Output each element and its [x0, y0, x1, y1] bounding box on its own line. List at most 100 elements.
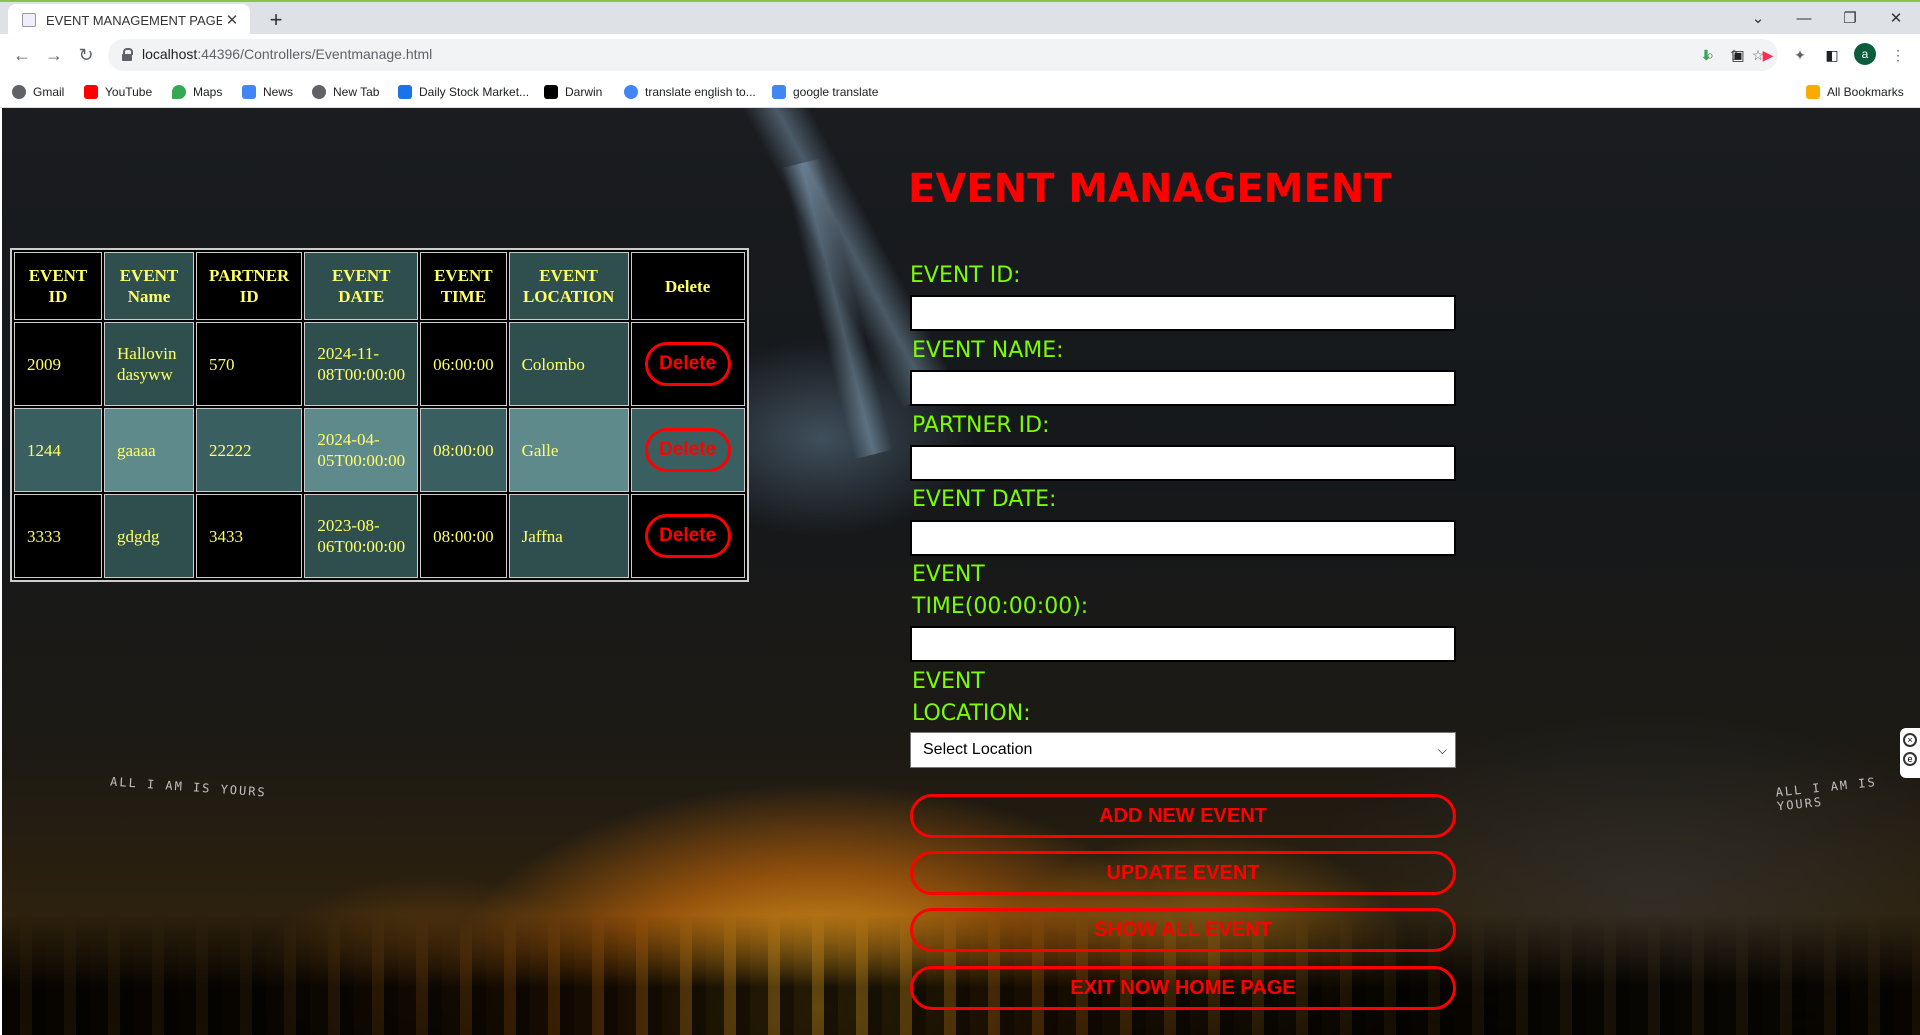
page-favicon-icon [22, 13, 36, 27]
col-header-event-date: EVENT DATE [304, 252, 419, 320]
cell-event-location: Jaffna [508, 494, 629, 578]
close-icon[interactable]: × [1903, 733, 1917, 747]
youtube-icon [84, 85, 98, 99]
update-event-button[interactable]: UPDATE EVENT [910, 851, 1456, 895]
bookmarks-bar: Gmail YouTube Maps News New Tab Daily St… [0, 76, 1920, 108]
events-table: EVENT ID EVENT Name PARTNER ID EVENT DAT… [10, 248, 749, 582]
darwin-icon [544, 85, 558, 99]
cell-event-date: 2023-08-06T00:00:00 [304, 494, 419, 578]
download-extension-icon[interactable]: ⬇ [1696, 45, 1716, 65]
event-location-label-line1: EVENT [912, 669, 985, 694]
bookmark-youtube[interactable]: YouTube [84, 82, 152, 102]
cell-event-name: gaaaa [104, 408, 194, 492]
profile-avatar[interactable]: a [1854, 43, 1876, 65]
browser-tab[interactable]: EVENT MANAGEMENT PAGE ✕ [8, 4, 250, 36]
event-time-label-line2: TIME(00:00:00): [912, 594, 1089, 619]
back-icon[interactable]: ← [10, 43, 34, 67]
delete-button[interactable]: Delete [644, 342, 731, 386]
cell-event-date: 2024-04-05T00:00:00 [304, 408, 419, 492]
chevron-down-icon: ⌵ [1437, 743, 1447, 757]
edge-icon[interactable]: e [1903, 752, 1917, 766]
play-extension-icon[interactable]: ▶ [1758, 45, 1778, 65]
event-name-label: EVENT NAME: [912, 338, 1064, 363]
cell-event-name: gdgdg [104, 494, 194, 578]
google-icon [624, 85, 638, 99]
side-panel-icon[interactable]: ◧ [1822, 45, 1842, 65]
cell-partner-id: 3433 [196, 494, 303, 578]
forward-icon[interactable]: → [42, 43, 66, 67]
col-header-event-name: EVENT Name [104, 252, 194, 320]
col-header-event-time: EVENT TIME [420, 252, 507, 320]
event-location-label-line2: LOCATION: [912, 701, 1031, 726]
bookmark-daily-stock[interactable]: Daily Stock Market... [398, 82, 529, 102]
exit-home-page-button[interactable]: EXIT NOW HOME PAGE [910, 966, 1456, 1010]
partner-id-input[interactable] [910, 445, 1456, 481]
cell-event-location: Galle [508, 408, 629, 492]
event-location-selected-value: Select Location [923, 741, 1033, 758]
event-date-label: EVENT DATE: [912, 487, 1057, 512]
cell-event-time: 08:00:00 [420, 494, 507, 578]
gmail-icon [12, 85, 26, 99]
cell-event-time: 06:00:00 [420, 322, 507, 406]
delete-button[interactable]: Delete [644, 514, 731, 558]
table-row: 1244 gaaaa 22222 2024-04-05T00:00:00 08:… [14, 408, 745, 492]
bookmark-translate-english[interactable]: translate english to... [624, 82, 756, 102]
cell-event-id: 3333 [14, 494, 102, 578]
new-tab-button[interactable]: + [262, 6, 290, 34]
cell-event-location: Colombo [508, 322, 629, 406]
bookmark-news[interactable]: News [242, 82, 293, 102]
cell-partner-id: 22222 [196, 408, 303, 492]
partner-id-label: PARTNER ID: [912, 413, 1050, 438]
all-bookmarks[interactable]: All Bookmarks [1806, 82, 1904, 102]
news-icon [242, 85, 256, 99]
menu-kebab-icon[interactable]: ⋮ [1888, 45, 1908, 65]
event-date-input[interactable] [910, 520, 1456, 556]
close-tab-icon[interactable]: ✕ [222, 11, 242, 29]
page-title: EVENT MANAGEMENT [908, 166, 1392, 212]
url-text[interactable]: localhost:44396/Controllers/Eventmanage.… [142, 46, 432, 62]
tab-search-icon[interactable]: ⌄ [1738, 6, 1778, 32]
bookmark-darwin[interactable]: Darwin [544, 82, 602, 102]
col-header-delete: Delete [630, 252, 745, 320]
restore-button[interactable]: ❐ [1830, 6, 1870, 32]
table-header-row: EVENT ID EVENT Name PARTNER ID EVENT DAT… [14, 252, 745, 320]
cell-event-id: 2009 [14, 322, 102, 406]
minimize-button[interactable]: — [1784, 6, 1824, 32]
event-time-label-line1: EVENT [912, 562, 985, 587]
event-location-select[interactable]: Select Location ⌵ [910, 732, 1456, 768]
image-extension-icon[interactable]: ▣ [1728, 45, 1748, 65]
browser-tab-bar: EVENT MANAGEMENT PAGE ✕ + ⌄ — ❐ ✕ [0, 0, 1920, 36]
col-header-event-location: EVENT LOCATION [508, 252, 629, 320]
table-row: 2009 Hallovin dasyww 570 2024-11-08T00:0… [14, 322, 745, 406]
extensions-puzzle-icon[interactable]: ✦ [1790, 45, 1810, 65]
col-header-partner-id: PARTNER ID [196, 252, 303, 320]
event-id-label: EVENT ID: [910, 263, 1021, 288]
add-new-event-button[interactable]: ADD NEW EVENT [910, 794, 1456, 838]
bookmark-maps[interactable]: Maps [172, 82, 222, 102]
lock-icon [122, 48, 133, 61]
show-all-event-button[interactable]: SHOW ALL EVENT [910, 908, 1456, 952]
cell-delete: Delete [630, 322, 745, 406]
page-background: ALL I AM IS YOURS ALL I AM IS YOURS EVEN… [2, 108, 1920, 1035]
bookmark-google-translate[interactable]: google translate [772, 82, 878, 102]
delete-button[interactable]: Delete [644, 428, 731, 472]
cell-delete: Delete [630, 408, 745, 492]
table-row: 3333 gdgdg 3433 2023-08-06T00:00:00 08:0… [14, 494, 745, 578]
reload-icon[interactable]: ↻ [74, 43, 98, 67]
event-id-input[interactable] [910, 295, 1456, 331]
address-bar[interactable]: localhost:44396/Controllers/Eventmanage.… [108, 39, 1778, 71]
side-widget[interactable]: × e [1900, 728, 1920, 778]
stage-screen-text-left: ALL I AM IS YOURS [109, 774, 268, 800]
bookmark-gmail[interactable]: Gmail [12, 82, 64, 102]
cell-event-date: 2024-11-08T00:00:00 [304, 322, 419, 406]
event-time-input[interactable] [910, 626, 1456, 662]
stock-chart-icon [398, 85, 412, 99]
close-window-button[interactable]: ✕ [1876, 6, 1916, 32]
cell-delete: Delete [630, 494, 745, 578]
bookmark-new-tab[interactable]: New Tab [312, 82, 379, 102]
folder-icon [1806, 85, 1820, 99]
col-header-event-id: EVENT ID [14, 252, 102, 320]
maps-icon [172, 85, 186, 99]
event-name-input[interactable] [910, 370, 1456, 406]
cell-event-name: Hallovin dasyww [104, 322, 194, 406]
